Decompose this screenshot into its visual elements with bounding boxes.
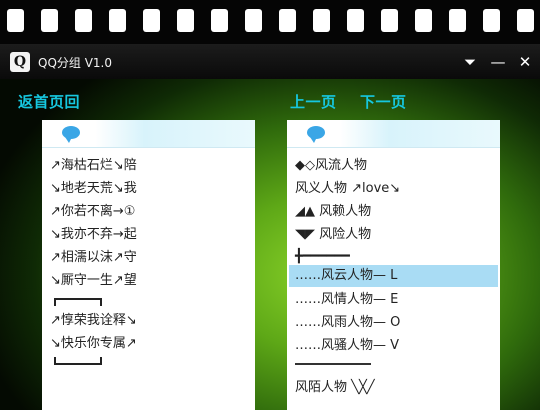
list-item[interactable]: ◢▲ 风赖人物 — [295, 201, 496, 223]
left-group-panel: ↗海枯石烂↘陪 ↘地老天荒↘我 ↗你若不离→① ↘我亦不弃→起 ↗相濡以沫↗守 … — [42, 120, 255, 410]
window-title: QQ分组 V1.0 — [38, 56, 112, 70]
film-hole — [483, 9, 500, 32]
list-item[interactable]: ◆◇风流人物 — [295, 155, 496, 177]
app-window: Q QQ分组 V1.0 ⏷ — ✕ 返首页回 上一页 下一页 ↗海枯石烂↘陪 ↘… — [0, 44, 540, 410]
right-group-panel: ◆◇风流人物 风义人物 ↗love↘ ◢▲ 风赖人物 ◥◤ 风险人物 ╋━━━━… — [287, 120, 500, 410]
film-hole — [7, 9, 24, 32]
home-link[interactable]: 返首页回 — [18, 91, 80, 112]
film-hole — [449, 9, 466, 32]
film-hole — [211, 9, 228, 32]
list-item[interactable]: ↘地老天荒↘我 — [50, 178, 251, 200]
film-hole — [517, 9, 534, 32]
panel-header — [287, 120, 500, 148]
film-hole — [415, 9, 432, 32]
list-item[interactable]: ……风雨人物— O — [295, 312, 496, 334]
list-item[interactable]: 风陌人物 ╲╳╱ — [295, 377, 496, 399]
list-item[interactable]: ↗相濡以沫↗守 — [50, 247, 251, 269]
film-hole — [75, 9, 92, 32]
divider-line — [295, 363, 371, 365]
chat-bubble-icon — [62, 126, 80, 143]
minimize-button[interactable]: — — [487, 51, 509, 73]
list-item[interactable]: ↘快乐你专属↗ — [50, 333, 251, 355]
list-item[interactable]: ◥◤ 风险人物 — [295, 224, 496, 246]
list-item[interactable]: ↗海枯石烂↘陪 — [50, 155, 251, 177]
prev-page-link[interactable]: 上一页 — [290, 91, 337, 112]
film-hole — [347, 9, 364, 32]
next-page-link[interactable]: 下一页 — [360, 91, 407, 112]
film-hole — [143, 9, 160, 32]
list-item[interactable]: ……风骚人物— V — [295, 335, 496, 357]
menu-dropdown-icon[interactable]: ⏷ — [459, 51, 481, 73]
film-hole — [177, 9, 194, 32]
film-hole — [381, 9, 398, 32]
film-hole — [313, 9, 330, 32]
panel-header — [42, 120, 255, 148]
film-hole — [109, 9, 126, 32]
film-hole — [279, 9, 296, 32]
title-bar: Q QQ分组 V1.0 ⏷ — ✕ — [0, 44, 540, 79]
film-hole — [41, 9, 58, 32]
bracket-decoration — [54, 357, 102, 365]
film-hole — [245, 9, 262, 32]
list-item[interactable]: ↗你若不离→① — [50, 201, 251, 223]
film-strip — [0, 0, 540, 44]
close-button[interactable]: ✕ — [514, 51, 536, 73]
list-item[interactable]: 风义人物 ↗love↘ — [295, 178, 496, 200]
list-item[interactable]: ↘我亦不弃→起 — [50, 224, 251, 246]
list-item-selected[interactable]: ……风云人物— L — [289, 265, 498, 287]
list-item[interactable]: ……风情人物— E — [295, 289, 496, 311]
list-item[interactable]: ↗惇荣我诠释↘ — [50, 310, 251, 332]
bracket-decoration — [54, 298, 102, 306]
list-item[interactable]: ↘厮守一生↗望 — [50, 270, 251, 292]
chat-bubble-icon — [307, 126, 325, 143]
qq-app-icon: Q — [10, 52, 30, 72]
